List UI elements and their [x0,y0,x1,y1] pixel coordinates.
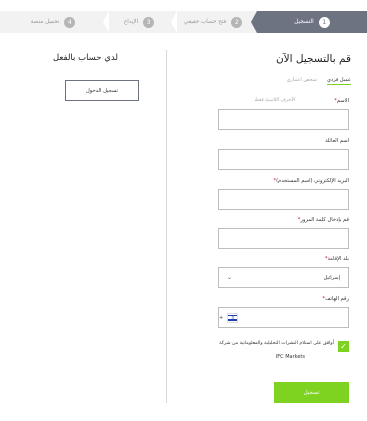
password-label-text: قم بإدخال كلمة المرور [300,217,349,223]
chevron-down-icon: ⌄ [227,274,233,281]
country-value: إسرائيل [323,274,340,281]
consent-text: أوافق على استلام النشرات التحليلية والمع… [219,341,334,346]
consent-brand: IFC Markets [275,354,305,360]
name-label-text: الاسم [336,98,349,104]
name-field[interactable] [218,109,349,130]
step-number: 3 [143,16,155,28]
consent-checkbox[interactable]: ✓ [338,341,349,352]
step-number: 2 [231,16,243,28]
email-label: البريد الإلكتروني (اسم المستخدم)* [274,178,350,184]
name-hint: الأحرف اللاتينية فقط [254,98,295,103]
step-number: 1 [318,16,330,28]
email-field[interactable] [218,189,349,210]
password-field[interactable] [218,228,349,249]
tab-personal-client[interactable]: عميل فردي [326,77,351,85]
steps-bar: 1 التسجيل 2 فتح حساب حقيقي 3 الإيداع 4 ت… [0,11,367,33]
step-registration[interactable]: 1 التسجيل [257,11,367,33]
client-type-tabs: عميل فردي شخص اعتباري [287,77,351,85]
email-label-text: البريد الإلكتروني (اسم المستخدم) [276,178,349,184]
israel-flag-icon[interactable]: ✡ [227,312,239,323]
register-title: قم بالتسجيل الآن [275,53,351,65]
tab-corporate-client[interactable]: شخص اعتباري [287,77,317,85]
step-separator [171,11,177,33]
step-separator [103,11,109,33]
phone-label-text: رقم الهاتف [325,296,349,302]
country-label-text: بلد الإقامة [327,256,349,262]
register-submit-button[interactable]: تسجيل [274,382,349,403]
login-title: لدي حساب بالفعل [53,53,118,63]
login-button[interactable]: تسجيل الدخول [65,80,139,101]
step-label: الإيداع [123,19,139,25]
step-download-platform[interactable]: 4 تحميل منصة [5,11,101,33]
step-label: التسجيل [294,19,314,25]
surname-field[interactable] [218,149,349,170]
check-icon: ✓ [340,342,347,351]
step-open-real-account[interactable]: 2 فتح حساب حقيقي [177,11,249,33]
step-label: تحميل منصة [30,19,60,25]
column-divider [166,50,167,403]
phone-label: رقم الهاتف* [323,296,350,302]
step-separator [251,11,257,33]
country-label: بلد الإقامة* [325,256,349,262]
step-label: فتح حساب حقيقي [183,19,227,25]
step-number: 4 [64,16,76,28]
name-label: الاسم* [334,98,349,104]
password-label: قم بإدخال كلمة المرور* [298,217,349,223]
phone-field[interactable]: ✡ + [218,307,349,328]
step-deposit[interactable]: 3 الإيداع [109,11,169,33]
surname-label: اسم العائلة [325,138,349,144]
phone-prefix: + [219,314,224,321]
country-select[interactable]: إسرائيل ⌄ [218,267,349,288]
